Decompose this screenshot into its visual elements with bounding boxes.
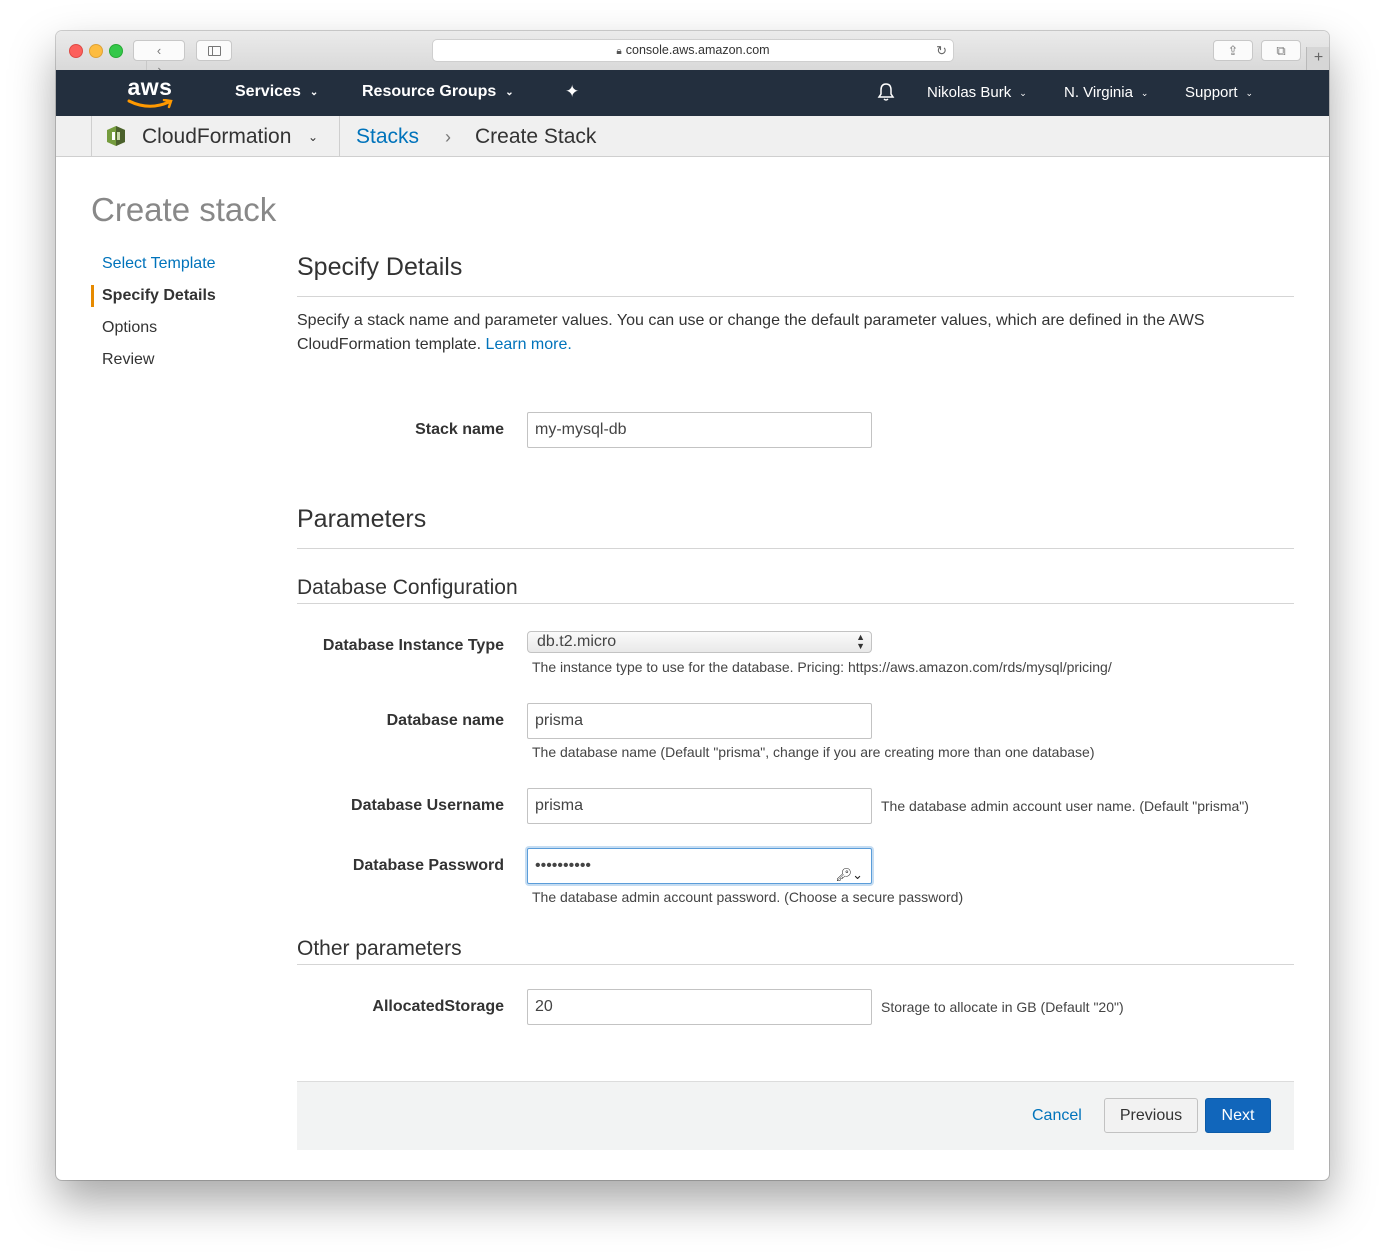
db-password-input[interactable]: •••••••••• 🔑︎⌄ [527,848,872,884]
details-intro: Specify a stack name and parameter value… [297,309,1257,357]
services-label: Services [235,83,301,100]
key-icon[interactable]: 🔑︎⌄ [836,858,863,892]
chevron-down-icon: ⌄ [1140,88,1149,98]
aws-logo[interactable]: aws [125,74,175,110]
breadcrumb-stacks-link[interactable]: Stacks [356,125,419,149]
divider [297,603,1294,604]
intro-text: Specify a stack name and parameter value… [297,312,1205,353]
next-button[interactable]: Next [1205,1098,1271,1133]
cancel-button[interactable]: Cancel [1032,1107,1082,1125]
db-username-label: Database Username [351,797,504,814]
chevron-down-icon: ⌄ [505,87,514,98]
support-label: Support [1185,84,1238,101]
bell-icon[interactable] [876,82,896,107]
resource-groups-menu[interactable]: Resource Groups ⌄ [362,83,514,101]
chevron-down-icon: ⌄ [1245,88,1254,98]
pin-icon[interactable]: ✦ [565,82,579,102]
active-step-indicator [91,285,94,307]
close-window-button[interactable] [69,44,83,58]
divider [339,116,340,156]
lock-icon: 🔒︎ [616,46,622,57]
db-username-hint: The database admin account user name. (D… [881,798,1249,814]
url-text: console.aws.amazon.com [625,43,770,57]
aws-logo-text: aws [127,74,173,100]
region-name: N. Virginia [1064,84,1133,101]
aws-smile-icon [127,99,173,109]
show-tabs-button[interactable]: ⧉ [1261,40,1301,61]
db-password-hint: The database admin account password. (Ch… [532,889,964,905]
divider [91,116,92,156]
services-menu[interactable]: Services ⌄ [235,83,318,101]
minimize-window-button[interactable] [89,44,103,58]
db-name-input[interactable] [527,703,872,739]
wizard-step-specify-details: Specify Details [102,287,216,304]
reload-icon[interactable]: ↻ [936,40,947,61]
breadcrumb-current: Create Stack [475,125,597,148]
back-forward-group: ‹› [133,40,185,79]
instance-type-hint: The instance type to use for the databas… [532,659,1112,675]
chevron-down-icon: ⌄ [309,87,319,98]
cloudformation-icon [107,126,125,146]
db-name-label: Database name [386,712,504,729]
allocated-storage-input[interactable] [527,989,872,1025]
allocated-storage-label: AllocatedStorage [372,998,504,1015]
resource-groups-label: Resource Groups [362,83,497,100]
db-password-value: •••••••••• [535,857,592,874]
tabs-icon: ⧉ [1276,43,1286,58]
sidebar-toggle-button[interactable] [196,40,232,61]
wizard-step-select-template[interactable]: Select Template [102,255,216,273]
region-menu[interactable]: N. Virginia ⌄ [1064,84,1148,101]
allocated-storage-hint: Storage to allocate in GB (Default "20") [881,999,1124,1015]
browser-toolbar: ‹› 🔒︎console.aws.amazon.com ↻ ⇪ ⧉ + [56,31,1329,79]
service-breadcrumb-bar: CloudFormation ⌄ Stacks › Create Stack [56,116,1329,157]
db-name-hint: The database name (Default "prisma", cha… [532,744,1095,760]
service-name[interactable]: CloudFormation [142,125,291,149]
account-menu[interactable]: Nikolas Burk ⌄ [927,84,1027,101]
support-menu[interactable]: Support ⌄ [1185,84,1253,101]
specify-details-heading: Specify Details [297,253,463,281]
wizard-footer: Cancel Previous Next [297,1081,1294,1150]
db-username-input[interactable] [527,788,872,824]
page-title: Create stack [91,191,277,228]
browser-window: ‹› 🔒︎console.aws.amazon.com ↻ ⇪ ⧉ + aws … [56,31,1329,1180]
instance-type-value: db.t2.micro [537,633,617,650]
wizard-step-review: Review [102,351,155,368]
sidebar-icon [207,46,221,56]
stack-name-label: Stack name [415,421,504,438]
other-parameters-heading: Other parameters [297,937,462,960]
divider [297,964,1294,965]
previous-button[interactable]: Previous [1104,1098,1198,1133]
chevron-down-icon[interactable]: ⌄ [308,130,318,144]
aws-top-nav: aws Services ⌄ Resource Groups ⌄ ✦ Nikolas… [56,70,1329,116]
divider [297,296,1294,297]
new-tab-button[interactable]: + [1306,47,1329,70]
share-button[interactable]: ⇪ [1213,40,1253,61]
zoom-window-button[interactable] [109,44,123,58]
wizard-step-options: Options [102,319,158,336]
parameters-heading: Parameters [297,505,427,533]
address-bar[interactable]: 🔒︎ console.aws.amazon.com ↻ [432,39,954,62]
instance-type-select[interactable]: db.t2.micro ▲ ▼ [527,631,872,653]
learn-more-link[interactable]: Learn more. [486,336,572,353]
breadcrumb-separator: › [445,127,451,147]
account-name: Nikolas Burk [927,84,1012,101]
share-icon: ⇪ [1227,43,1239,58]
stack-name-input[interactable] [527,412,872,448]
chevron-down-icon: ⌄ [1019,88,1027,98]
db-password-label: Database Password [352,857,504,874]
instance-type-label: Database Instance Type [322,637,504,654]
database-configuration-heading: Database Configuration [297,576,518,599]
back-icon[interactable]: ‹ [147,41,172,60]
select-arrows-icon: ▲ ▼ [856,632,865,651]
divider [297,548,1294,549]
